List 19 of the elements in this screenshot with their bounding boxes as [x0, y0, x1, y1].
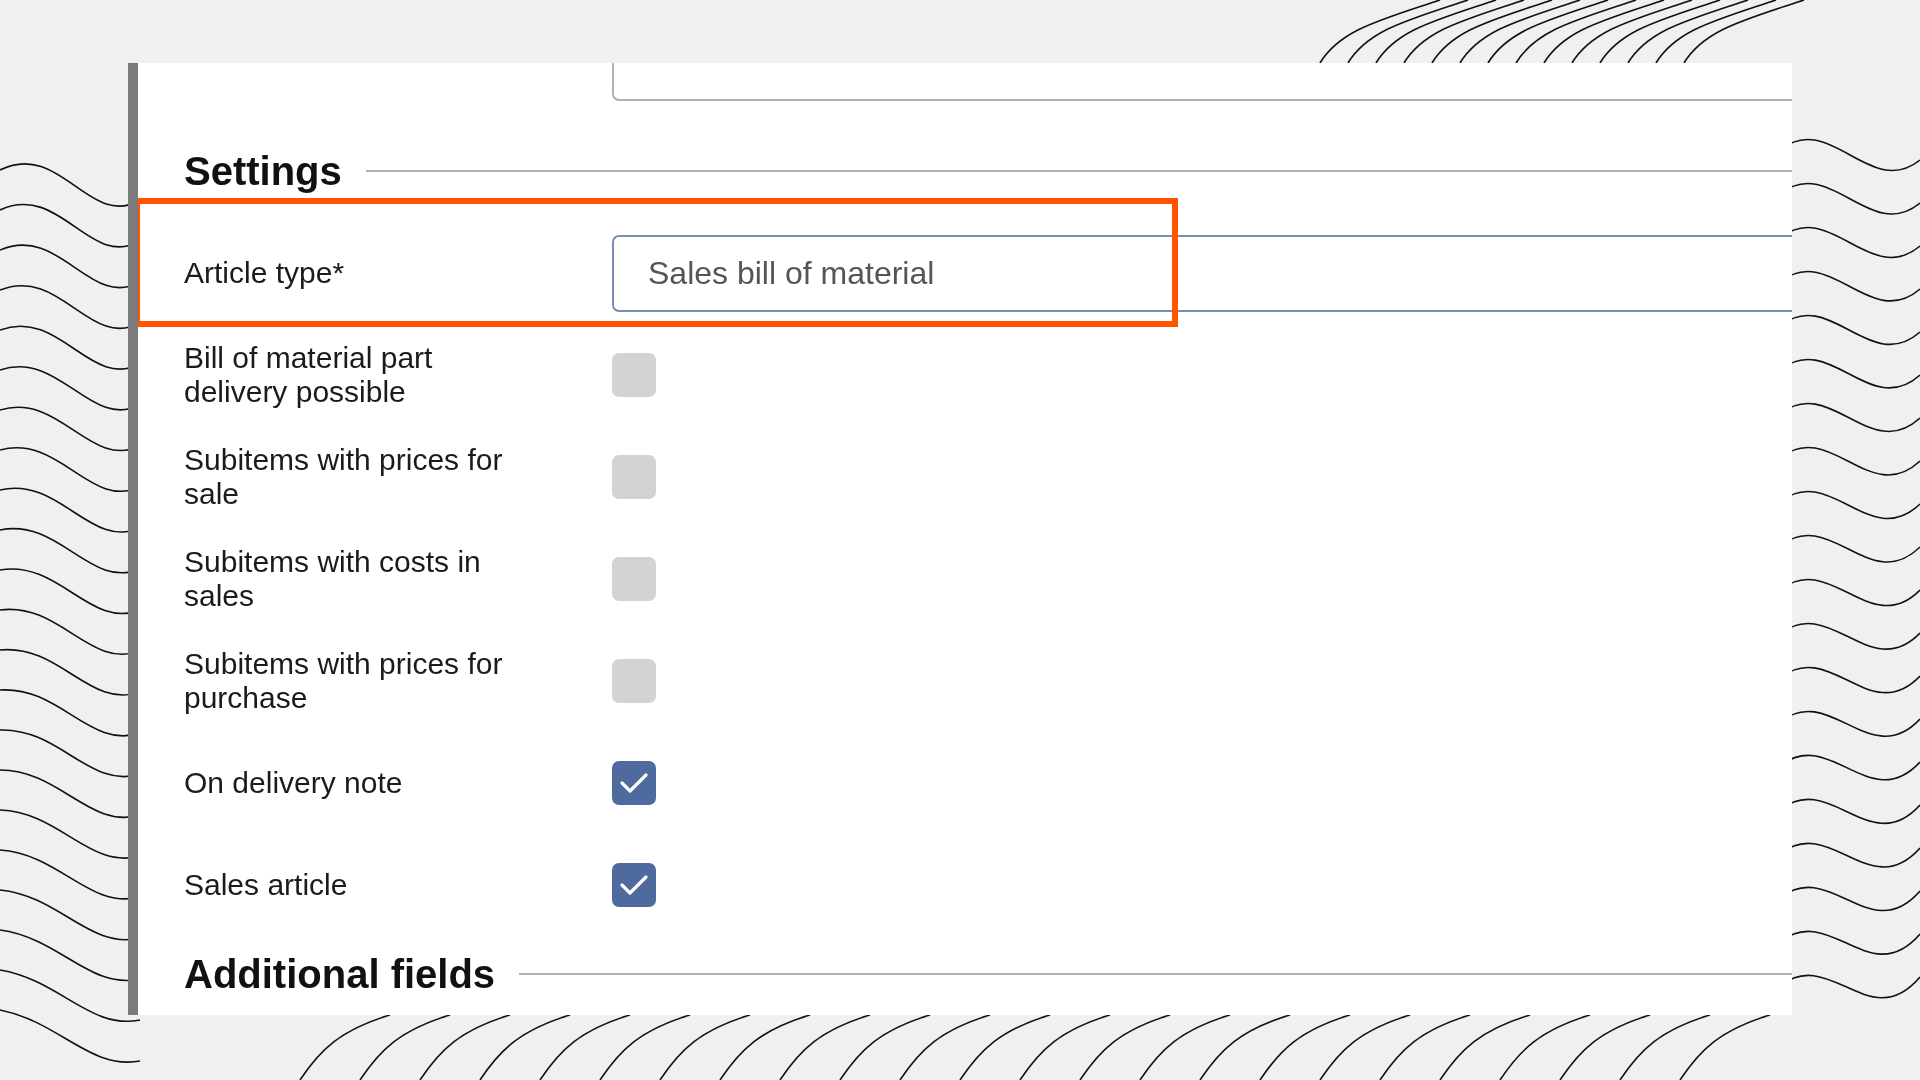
checkbox[interactable]	[612, 761, 656, 805]
checkbox[interactable]	[612, 455, 656, 499]
article-type-field[interactable]: Sales bill of material	[612, 234, 1792, 312]
checkbox[interactable]	[612, 353, 656, 397]
check-icon	[619, 772, 649, 794]
checkbox[interactable]	[612, 659, 656, 703]
field-label: Article type*	[184, 256, 346, 290]
check-icon	[619, 874, 649, 896]
option-label: Subitems with prices for purchase	[184, 647, 504, 715]
checkbox[interactable]	[612, 863, 656, 907]
section-heading: Settings	[184, 148, 342, 194]
section-heading: Additional fields	[184, 951, 496, 997]
option-label: On delivery note	[184, 766, 404, 800]
option-label: Sales article	[184, 868, 349, 902]
option-label: Subitems with prices for sale	[184, 443, 504, 511]
option-label: Bill of material part delivery possible	[184, 341, 434, 409]
option-label: Subitems with costs in sales	[184, 545, 482, 613]
checkbox[interactable]	[612, 557, 656, 601]
currency-field[interactable]	[612, 63, 1792, 101]
